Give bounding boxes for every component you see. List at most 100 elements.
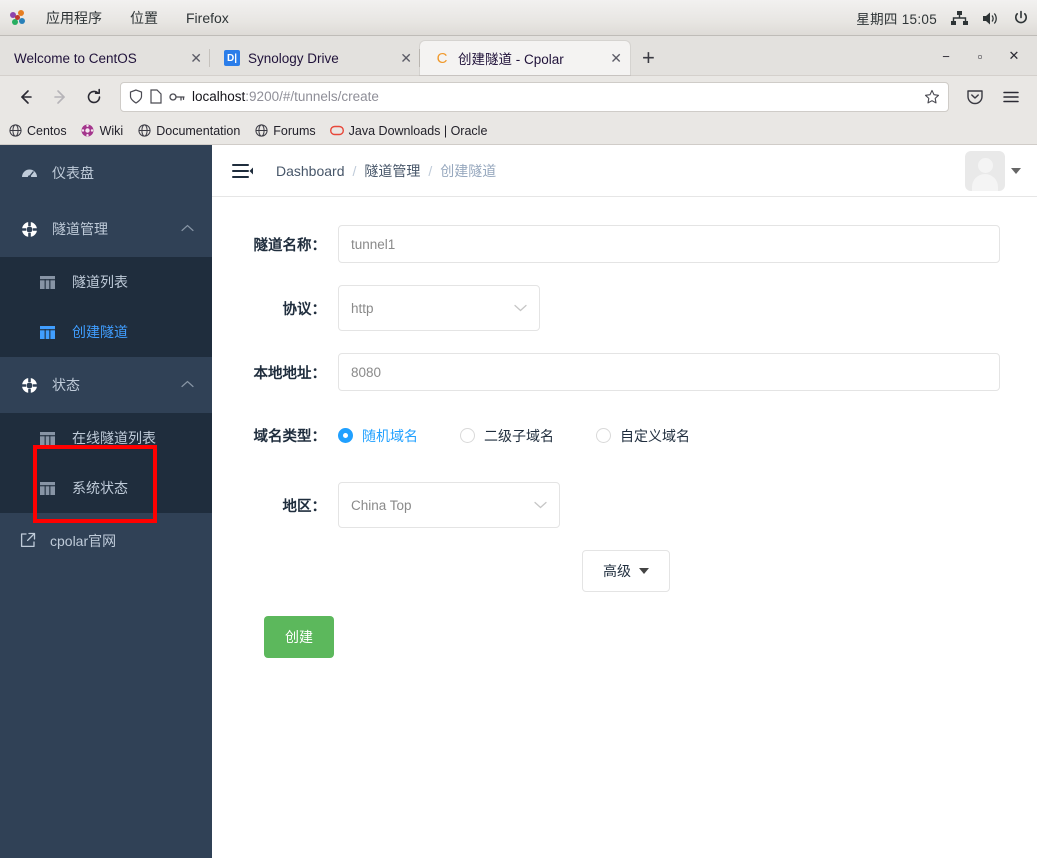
back-arrow-icon[interactable] [10,82,42,112]
sidebar-item-system-status[interactable]: 系统状态 [0,463,212,513]
chevron-up-icon [181,223,194,235]
tunnel-name-label: 隧道名称： [253,237,327,254]
app-sidebar: 仪表盘 隧道管理 隧道列表 创建隧道 状态 在线隧道列表 系统状态 cpolar… [0,145,212,858]
chevron-down-icon [514,301,527,315]
breadcrumb-separator: / [352,162,357,179]
url-text[interactable]: localhost:9200/#/tunnels/create [192,89,917,104]
radio-dot-icon [596,428,611,443]
shield-icon[interactable] [129,89,143,104]
sidebar-group-header[interactable]: 隧道管理 [0,201,212,257]
tab-title: 创建隧道 - Cpolar [458,52,564,67]
radio-dot-icon [338,428,353,443]
sidebar-group-header[interactable]: 状态 [0,357,212,413]
desktop-menu-firefox[interactable]: Firefox [172,8,243,28]
url-path: :9200/#/tunnels/create [245,89,379,104]
browser-tab-cpolar-create-tunnel[interactable]: C 创建隧道 - Cpolar ✕ [420,41,630,75]
new-tab-button[interactable]: + [630,45,667,71]
chevron-down-icon [534,498,547,512]
tunnel-name-input[interactable]: tunnel1 [338,225,1000,263]
avatar[interactable] [965,150,1005,191]
address-bar[interactable]: localhost:9200/#/tunnels/create [120,81,949,112]
oracle-icon [329,124,344,138]
maximize-button[interactable]: ▫ [963,39,997,73]
bookmark-forums[interactable]: Forums [254,123,316,138]
close-icon[interactable]: ✕ [592,51,622,65]
star-icon[interactable] [924,89,940,105]
close-icon[interactable]: ✕ [382,51,412,65]
sidebar-submenu-tunnel-management: 隧道列表 创建隧道 [0,257,212,357]
sidebar-item-label: 系统状态 [72,480,128,496]
domain-type-label: 域名类型： [253,429,327,445]
collapse-menu-icon[interactable] [232,163,254,179]
desktop-menu-applications[interactable]: 应用程序 [32,6,116,30]
breadcrumb-item-tunnel-management[interactable]: 隧道管理 [364,161,420,181]
breadcrumb: Dashboard / 隧道管理 / 创建隧道 [276,161,496,181]
sidebar-submenu-status: 在线隧道列表 系统状态 [0,413,212,513]
grid-icon [38,275,56,289]
close-icon[interactable]: ✕ [172,51,202,65]
network-icon[interactable] [951,10,968,26]
desktop-top-bar: 应用程序 位置 Firefox 星期四 15:05 [0,0,1037,36]
protocol-value: http [351,300,374,316]
desktop-menu-places[interactable]: 位置 [116,6,172,30]
bookmark-java-downloads-oracle[interactable]: Java Downloads | Oracle [329,124,487,138]
domain-type-radio-group: 随机域名 二级子域名 自定义域名 [338,426,732,446]
radio-custom-domain[interactable]: 自定义域名 [596,426,690,446]
page-icon[interactable] [150,89,162,104]
sidebar-item-label: 隧道列表 [72,274,128,290]
chevron-down-icon[interactable] [1011,167,1021,174]
form-row-region: 地区： China Top [234,482,1015,528]
breadcrumb-separator: / [428,162,433,179]
breadcrumb-item-create-tunnel: 创建隧道 [440,162,497,179]
browser-navigation-toolbar: localhost:9200/#/tunnels/create [0,76,1037,117]
sidebar-item-dashboard[interactable]: 仪表盘 [0,145,212,201]
region-select[interactable]: China Top [338,482,560,528]
globe-icon [137,124,151,138]
bookmark-wiki[interactable]: Wiki [81,123,124,138]
sidebar-group-status[interactable]: 状态 在线隧道列表 系统状态 [0,357,212,513]
forward-arrow-icon [44,82,76,112]
page-content: 仪表盘 隧道管理 隧道列表 创建隧道 状态 在线隧道列表 系统状态 cpolar… [0,145,1037,858]
wiki-icon [81,124,95,138]
sidebar-item-create-tunnel[interactable]: 创建隧道 [0,307,212,357]
bookmark-documentation[interactable]: Documentation [137,124,240,138]
breadcrumb-item-dashboard[interactable]: Dashboard [276,163,345,179]
window-controls: − ▫ ✕ [929,36,1031,76]
grid-icon [38,325,56,339]
sidebar-group-label: 隧道管理 [52,221,108,237]
bookmark-centos[interactable]: Centos [8,124,67,138]
browser-tab-synology-drive[interactable]: D| Synology Drive ✕ [210,41,420,75]
hamburger-menu-icon[interactable] [995,82,1027,112]
radio-subdomain[interactable]: 二级子域名 [460,426,554,446]
triangle-down-icon [639,568,649,574]
tab-title: Synology Drive [248,50,339,66]
reload-icon[interactable] [78,82,110,112]
local-address-input[interactable]: 8080 [338,353,1000,391]
status-icon [20,376,38,394]
protocol-select[interactable]: http [338,285,540,331]
key-icon[interactable] [169,91,185,103]
minimize-button[interactable]: − [929,39,963,73]
grid-icon [38,431,56,445]
firefox-window: Welcome to CentOS ✕ D| Synology Drive ✕ … [0,36,1037,858]
user-menu[interactable] [965,150,1021,191]
tunnel-icon [20,220,38,238]
pocket-icon[interactable] [959,82,991,112]
radio-label: 随机域名 [362,427,418,444]
tray-clock[interactable]: 星期四 15:05 [856,8,937,28]
browser-tab-welcome-to-centos[interactable]: Welcome to CentOS ✕ [0,41,210,75]
close-window-button[interactable]: ✕ [997,39,1031,73]
sidebar-item-cpolar-website[interactable]: cpolar官网 [0,513,212,569]
power-icon[interactable] [1013,10,1029,26]
external-link-icon [20,532,36,551]
sidebar-group-tunnel-management[interactable]: 隧道管理 隧道列表 创建隧道 [0,201,212,357]
bookmark-label: Wiki [99,123,124,138]
sidebar-item-tunnel-list[interactable]: 隧道列表 [0,257,212,307]
volume-icon[interactable] [982,11,999,26]
bookmark-label: Forums [273,123,316,138]
region-value: China Top [351,497,412,513]
advanced-button[interactable]: 高级 [582,550,670,592]
create-button[interactable]: 创建 [264,616,334,658]
radio-random-domain[interactable]: 随机域名 [338,426,418,446]
sidebar-item-online-tunnel-list[interactable]: 在线隧道列表 [0,413,212,463]
